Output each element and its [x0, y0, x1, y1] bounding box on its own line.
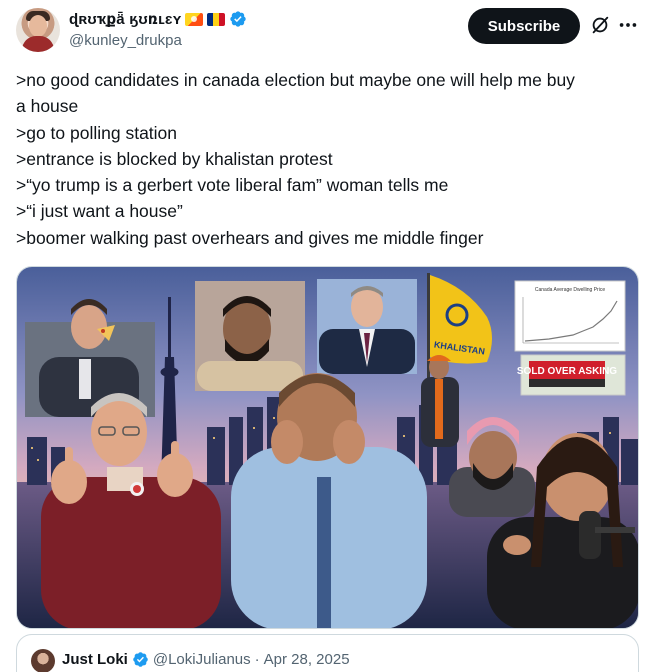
- tweet-line: >go to polling station: [16, 122, 178, 143]
- verified-badge-icon: [133, 652, 148, 667]
- tweet-text: >no good candidates in canada election b…: [16, 67, 636, 251]
- quoted-author-row: Just Loki @LokiJulianus · Apr 28, 2025: [62, 651, 350, 668]
- tweet-line: a house: [16, 96, 79, 117]
- quoted-author-avatar[interactable]: [31, 649, 55, 672]
- sold-over-asking-text: SOLD OVER ASKING: [517, 366, 617, 377]
- tweet-media-image[interactable]: KHALISTAN Canada Average Dwelling Price …: [16, 266, 639, 629]
- rapper-portrait-photo: [195, 281, 305, 391]
- quoted-tweet[interactable]: Just Loki @LokiJulianus · Apr 28, 2025: [16, 634, 639, 672]
- more-icon[interactable]: [617, 14, 639, 36]
- sold-over-asking-sign: SOLD OVER ASKING: [517, 354, 626, 396]
- tweet-line: >“i just want a house”: [16, 201, 183, 222]
- tweet-header: ɖʀʊҡքǟ ӄʊռʟɛʏ @kunley_drukpa Subscribe: [0, 0, 647, 60]
- house-price-chart-title: Canada Average Dwelling Price: [535, 287, 605, 293]
- flag-bhutan-icon: [185, 12, 204, 26]
- subscribe-button[interactable]: Subscribe: [468, 8, 580, 44]
- separator-dot: ·: [254, 651, 260, 668]
- politician-suit-portrait: [317, 279, 417, 374]
- house-price-chart-inset: Canada Average Dwelling Price: [514, 280, 626, 352]
- tweet-line: >“yo trump is a gerbert vote liberal fam…: [16, 175, 449, 196]
- tweet-line: >entrance is blocked by khalistan protes…: [16, 148, 333, 169]
- verified-badge-icon: [230, 11, 247, 27]
- quoted-tweet-date[interactable]: Apr 28, 2025: [264, 651, 350, 668]
- quoted-author-handle[interactable]: @LokiJulianus: [153, 651, 251, 668]
- tweet-line: >boomer walking past overhears and gives…: [16, 227, 484, 248]
- author-display-name[interactable]: ɖʀʊҡքǟ ӄʊռʟɛʏ: [69, 10, 181, 28]
- flag-romania-icon: [207, 12, 226, 26]
- grok-icon[interactable]: [589, 14, 611, 36]
- author-handle[interactable]: @kunley_drukpa: [69, 32, 182, 49]
- author-avatar[interactable]: [16, 8, 60, 52]
- quoted-author-name[interactable]: Just Loki: [62, 651, 128, 668]
- tweet-line: >no good candidates in canada election b…: [16, 70, 575, 90]
- author-name-row: ɖʀʊҡքǟ ӄʊռʟɛʏ: [69, 9, 247, 29]
